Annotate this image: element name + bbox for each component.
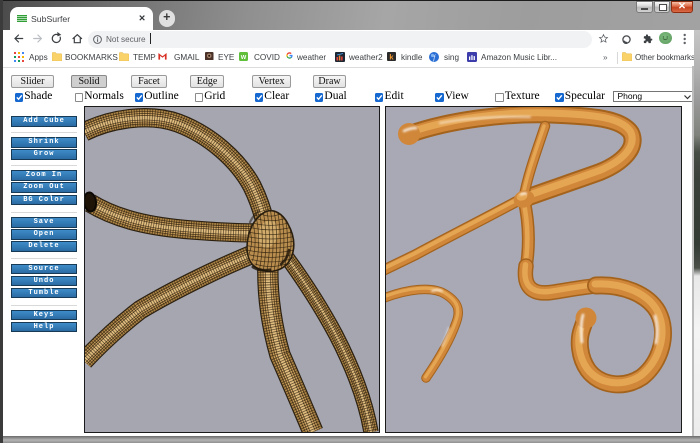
svg-text:W: W: [241, 55, 247, 61]
